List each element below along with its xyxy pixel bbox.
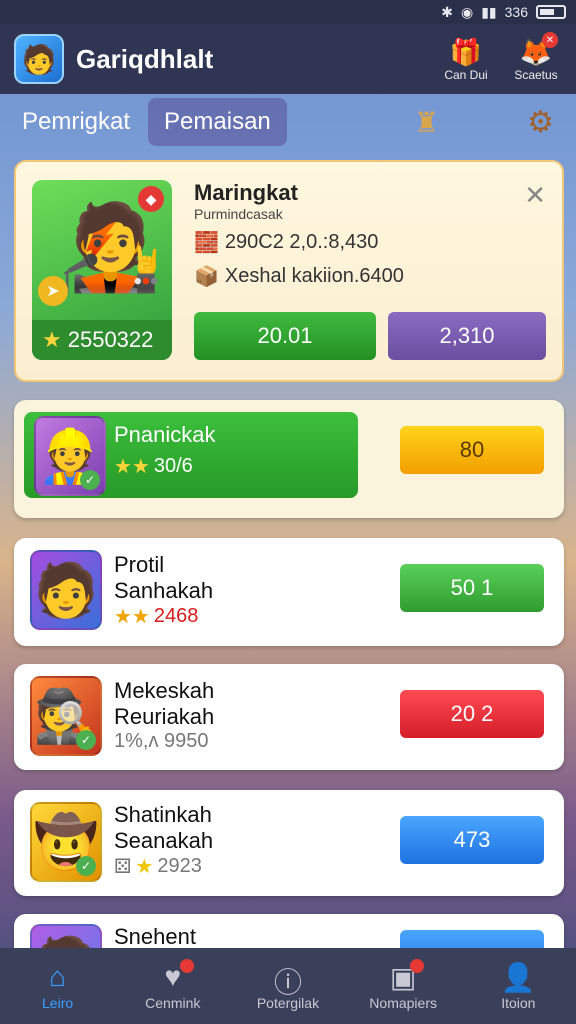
notification-badge: ✕ <box>542 32 558 48</box>
star-icon: ★★ <box>114 456 150 478</box>
box-icon: 📦 <box>194 266 219 288</box>
nav-info-label: Potergilak <box>256 995 320 1011</box>
wifi-icon: ◉ <box>461 3 474 20</box>
item-action-button[interactable]: 20 2 <box>400 690 544 738</box>
user-icon: 👤 <box>500 962 536 993</box>
nav-profile-label: Itoion <box>501 995 536 1011</box>
featured-purple-button[interactable]: 2,310 <box>388 312 546 360</box>
status-button[interactable]: 🦊 ✕ Scaetus <box>510 32 562 82</box>
notification-badge <box>179 959 194 973</box>
nav-chat[interactable]: ♥ Cenmink <box>118 959 228 1011</box>
item-name: Mekeskah <box>114 678 215 703</box>
close-icon[interactable]: ✕ <box>524 180 546 211</box>
header-actions: 🎁 Can Dui 🦊 ✕ Scaetus <box>440 32 562 83</box>
list-item[interactable]: 🧑 Protil Sanhakah ★★ 2468 50 1 <box>14 538 564 646</box>
character-avatar: 👷 ✓ <box>34 416 106 496</box>
featured-stat-2: 📦 Xeshal kakiion.6400 <box>194 264 404 289</box>
info-icon: ⓘ <box>273 967 302 998</box>
tab-pemrigkat[interactable]: Pemrigkat <box>22 100 130 144</box>
item-subname: Reuriakah <box>114 704 215 729</box>
featured-portrait[interactable]: 🧑‍🎤 ◆ ➤ ★ 2550322 <box>32 180 172 360</box>
item-name: Snehent <box>114 924 196 948</box>
nav-camera[interactable]: ▣ Nomapiers <box>348 959 458 1011</box>
item-rating: ⚄ ★ 2923 <box>114 854 202 879</box>
item-rating-value: 1%,ʌ 9950 <box>114 730 209 752</box>
level-badge-icon: ✓ <box>76 856 96 876</box>
character-avatar: 🕵 ✓ <box>30 676 102 756</box>
level-badge-icon: ✓ <box>76 730 96 750</box>
list-item[interactable]: 👷 ✓ Pnanickak ★★ 30/6 80 <box>14 400 564 518</box>
nav-home-label: Leiro <box>42 995 74 1011</box>
item-name: Protil <box>114 552 165 577</box>
status-button-label: Scaetus <box>514 68 558 82</box>
character-avatar: 🤠 ✓ <box>30 802 102 882</box>
app-header: 🧑 Gariqdhlalt 🎁 Can Dui 🦊 ✕ Scaetus <box>0 24 576 94</box>
featured-stat-1: 🧱 290C2 2,0.:8,430 <box>194 230 378 255</box>
home-icon: ⌂ <box>49 961 67 992</box>
notification-badge <box>410 959 425 973</box>
featured-green-button[interactable]: 20.01 <box>194 312 376 360</box>
item-rating-value: 2468 <box>153 605 199 627</box>
bottom-nav: ⌂ Leiro ♥ Cenmink ⓘ Potergilak ▣ Nomapie… <box>0 948 576 1024</box>
item-rating-value: 2923 <box>157 855 202 877</box>
nav-chat-label: Cenmink <box>145 995 201 1011</box>
character-avatar: 🧑‍🎤 <box>58 200 163 294</box>
gold-coin-icon: ➤ <box>38 276 68 306</box>
settings-gear-icon[interactable]: ⚙ <box>527 105 554 140</box>
list-item[interactable]: 🧑 Snehent <box>14 914 564 948</box>
treasure-chest-icon: 🎁 <box>449 36 483 67</box>
featured-score: ★ 2550322 <box>32 320 172 360</box>
item-subname: Seanakah <box>114 828 214 853</box>
item-action-button[interactable]: 50 1 <box>400 564 544 612</box>
chest-button[interactable]: 🎁 Can Dui <box>440 36 492 83</box>
app-avatar[interactable]: 🧑 <box>14 34 64 84</box>
chat-icon: ♥ <box>164 961 182 992</box>
item-name: Pnanickak <box>114 422 216 447</box>
featured-score-value: 2550322 <box>67 327 154 352</box>
list-item[interactable]: 🕵 ✓ Mekeskah Reuriakah 1%,ʌ 9950 20 2 <box>14 664 564 770</box>
dice-icon: ⚄ <box>114 856 132 878</box>
featured-stat-1-text: 290C2 2,0.:8,430 <box>224 231 379 253</box>
item-rating: 1%,ʌ 9950 <box>114 730 209 753</box>
item-action-button[interactable]: 473 <box>400 816 544 864</box>
list-item[interactable]: 🤠 ✓ Shatinkah Seanakah ⚄ ★ 2923 473 <box>14 790 564 896</box>
character-avatar: 🧑 <box>30 550 102 630</box>
tab-pemaisan[interactable]: Pemaisan <box>148 98 287 146</box>
tab-bar: Pemrigkat Pemaisan ♜ ⚙ <box>0 94 576 150</box>
nav-info[interactable]: ⓘ Potergilak <box>233 961 343 1011</box>
item-action-button[interactable] <box>400 930 544 948</box>
star-icon: ★ <box>135 856 154 878</box>
featured-subtitle: Purmindcasak <box>194 206 283 222</box>
featured-card: 🧑‍🎤 ◆ ➤ ★ 2550322 Maringkat Purmindcasak… <box>14 160 564 382</box>
battery-icon <box>536 5 566 19</box>
item-name: Shatinkah <box>114 802 212 827</box>
item-rating: ★★ 2468 <box>114 604 198 629</box>
featured-stat-2-text: Xeshal kakiion.6400 <box>224 265 404 287</box>
status-time: 336 <box>504 4 528 20</box>
bluetooth-icon: ✱ <box>441 3 453 20</box>
guild-icon[interactable]: ♜ <box>414 106 439 139</box>
signal-icon: ▮▮ <box>481 3 497 20</box>
level-badge-icon: ✓ <box>80 470 100 490</box>
status-bar: ✱ ◉ ▮▮ 336 <box>0 0 576 24</box>
character-avatar: 🧑 <box>30 924 102 948</box>
app-title: Gariqdhlalt <box>76 43 214 74</box>
nav-camera-label: Nomapiers <box>369 995 437 1011</box>
item-rating: ★★ 30/6 <box>114 454 193 479</box>
star-icon: ★★ <box>114 606 150 628</box>
nav-profile[interactable]: 👤 Itoion <box>463 961 573 1011</box>
star-icon: ★ <box>42 327 62 352</box>
chest-button-label: Can Dui <box>444 68 488 82</box>
gem-icon: 🧱 <box>194 232 219 254</box>
item-subname: Sanhakah <box>114 578 214 603</box>
nav-home[interactable]: ⌂ Leiro <box>3 961 113 1011</box>
item-action-button[interactable]: 80 <box>400 426 544 474</box>
featured-title: Maringkat <box>194 180 298 205</box>
item-rating-value: 30/6 <box>153 455 193 477</box>
red-badge-icon: ◆ <box>138 186 164 212</box>
